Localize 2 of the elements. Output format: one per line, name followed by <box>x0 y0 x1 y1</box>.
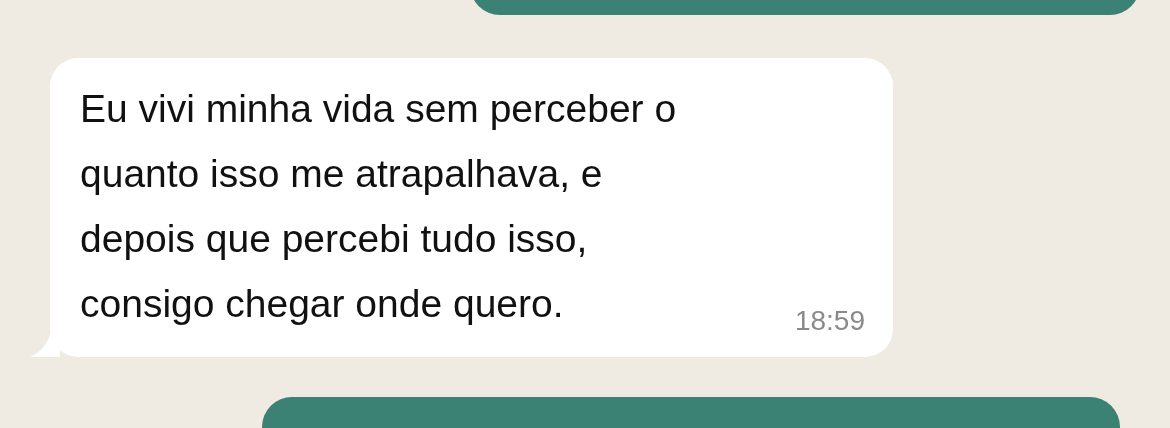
message-time: 18:59 <box>794 305 865 337</box>
message-text: Eu vivi minha vida sem perceber o quanto isso me atrapalhava, e depois que percebi tudo isso, consigo chegar onde quero. <box>80 86 677 327</box>
